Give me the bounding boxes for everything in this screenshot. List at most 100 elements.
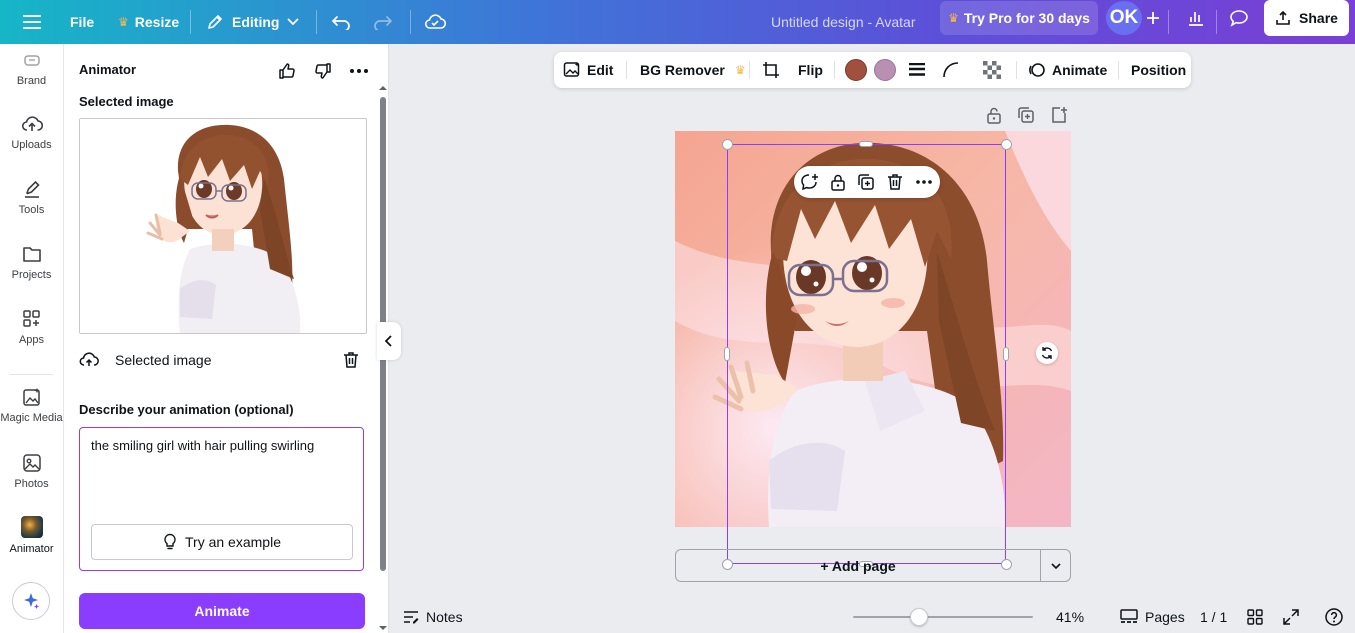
- undo-icon: [331, 16, 350, 30]
- animate-effect-button[interactable]: Animate: [1028, 52, 1107, 88]
- border-style-button[interactable]: [908, 52, 926, 88]
- color-swatch-1[interactable]: [845, 59, 867, 81]
- pen-icon: [24, 180, 40, 198]
- thumbs-down-icon: [315, 63, 331, 79]
- share-button[interactable]: Share: [1264, 0, 1349, 36]
- crop-icon: [763, 62, 779, 78]
- divider: [190, 10, 191, 34]
- corner-rounding-button[interactable]: [942, 52, 960, 88]
- zoom-slider-knob[interactable]: [910, 608, 928, 626]
- cloud-check-icon: [424, 14, 446, 29]
- file-menu[interactable]: File: [70, 0, 94, 44]
- document-title[interactable]: Untitled design - Avatar: [771, 0, 916, 44]
- selection-frame: [727, 144, 1006, 564]
- lock-element-button[interactable]: [828, 172, 848, 192]
- rail-item-apps[interactable]: Apps: [0, 309, 63, 346]
- rail-item-tools[interactable]: Tools: [0, 179, 63, 216]
- lock-page-button[interactable]: [984, 105, 1004, 125]
- try-example-button[interactable]: Try an example: [91, 524, 353, 560]
- duplicate-page-button[interactable]: [1016, 105, 1036, 125]
- resize-handle-top-left[interactable]: [722, 139, 733, 150]
- describe-label: Describe your animation (optional): [79, 402, 294, 417]
- avatar[interactable]: OK: [1106, 1, 1142, 35]
- rail-item-uploads[interactable]: Uploads: [0, 114, 63, 151]
- chevron-left-icon: [385, 335, 392, 347]
- cloud-save-status[interactable]: [424, 0, 446, 44]
- redo-button[interactable]: [373, 0, 393, 44]
- sparkle-icon: [24, 593, 39, 609]
- crop-button[interactable]: [762, 52, 780, 88]
- divider: [1216, 10, 1217, 34]
- insights-button[interactable]: [1181, 4, 1211, 32]
- top-bar: File ♛ Resize Editing Untitled design - …: [0, 0, 1355, 44]
- resize-handle-left[interactable]: [724, 347, 730, 361]
- zoom-slider[interactable]: [853, 616, 1033, 618]
- try-pro-button[interactable]: ♛ Try Pro for 30 days: [940, 1, 1098, 35]
- divider: [834, 61, 835, 79]
- zoom-level[interactable]: 41%: [1056, 600, 1084, 633]
- edit-image-button[interactable]: Edit: [563, 52, 613, 88]
- undo-button[interactable]: [331, 0, 351, 44]
- rotate-handle[interactable]: [1036, 342, 1058, 364]
- add-page-icon: [1052, 107, 1067, 123]
- checkerboard-icon: [983, 61, 1001, 79]
- plus-icon: [1147, 12, 1159, 24]
- rail-item-animator[interactable]: Animator: [0, 516, 63, 555]
- more-options-button[interactable]: [348, 60, 370, 82]
- scroll-up-arrow-icon[interactable]: [379, 84, 387, 92]
- hamburger-icon: [23, 15, 41, 29]
- rail-item-photos[interactable]: Photos: [0, 453, 63, 490]
- scroll-down-arrow-icon[interactable]: [379, 624, 387, 632]
- resize-handle-top-right[interactable]: [1001, 139, 1012, 150]
- pages-button[interactable]: Pages: [1120, 600, 1185, 633]
- menu-button[interactable]: [22, 0, 42, 44]
- add-page-icon-button[interactable]: [1049, 105, 1069, 125]
- crown-icon: ♛: [948, 11, 959, 25]
- delete-image-button[interactable]: [343, 351, 359, 369]
- rail-item-brand[interactable]: Brand: [0, 54, 63, 87]
- resize-handle-right[interactable]: [1003, 347, 1009, 361]
- chevron-down-icon: [1050, 562, 1061, 569]
- resize-handle-top[interactable]: [859, 141, 873, 147]
- selected-image-heading: Selected image: [79, 94, 174, 109]
- more-element-options-button[interactable]: [914, 172, 934, 192]
- notes-button[interactable]: Notes: [403, 600, 463, 633]
- flip-button[interactable]: Flip: [798, 52, 823, 88]
- collapse-panel-button[interactable]: [377, 322, 401, 360]
- magic-media-icon: [22, 388, 40, 406]
- editing-mode-dropdown[interactable]: Editing: [206, 0, 300, 44]
- magic-assistant-button[interactable]: [12, 582, 50, 620]
- grid-view-button[interactable]: [1247, 600, 1263, 633]
- add-page-dropdown[interactable]: [1041, 549, 1071, 582]
- color-swatch-2[interactable]: [874, 59, 896, 81]
- page-counter[interactable]: 1 / 1: [1200, 600, 1227, 633]
- add-page-button[interactable]: + Add page: [675, 549, 1041, 582]
- fullscreen-button[interactable]: [1283, 600, 1299, 633]
- thumbs-up-button[interactable]: [276, 60, 298, 82]
- thumbs-up-icon: [279, 63, 295, 79]
- help-button[interactable]: [1325, 600, 1343, 633]
- animate-button[interactable]: Animate: [79, 593, 365, 629]
- divider: [749, 61, 750, 79]
- bg-remover-button[interactable]: BG Remover ♛: [640, 52, 746, 88]
- delete-element-button[interactable]: [885, 172, 905, 192]
- comments-button[interactable]: [1224, 4, 1254, 32]
- transparency-button[interactable]: [983, 52, 1001, 88]
- position-button[interactable]: Position: [1131, 52, 1186, 88]
- crown-icon: ♛: [734, 63, 746, 77]
- comment-icon: [1230, 10, 1248, 27]
- animation-description-input[interactable]: the smiling girl with hair pulling swirl…: [79, 427, 364, 571]
- invite-button[interactable]: [1138, 4, 1168, 32]
- trash-icon: [344, 352, 358, 368]
- divider: [410, 10, 411, 34]
- rail-item-magic-media[interactable]: Magic Media: [0, 387, 63, 424]
- pencil-icon: [208, 15, 222, 29]
- thumbs-down-button[interactable]: [312, 60, 334, 82]
- resize-button[interactable]: ♛ Resize: [118, 0, 179, 44]
- add-comment-button[interactable]: [800, 172, 820, 192]
- anime-girl-image: [80, 119, 366, 333]
- rail-item-projects[interactable]: Projects: [0, 244, 63, 281]
- duplicate-element-button[interactable]: [856, 172, 876, 192]
- divider: [316, 10, 317, 34]
- share-upload-icon: [1276, 10, 1290, 25]
